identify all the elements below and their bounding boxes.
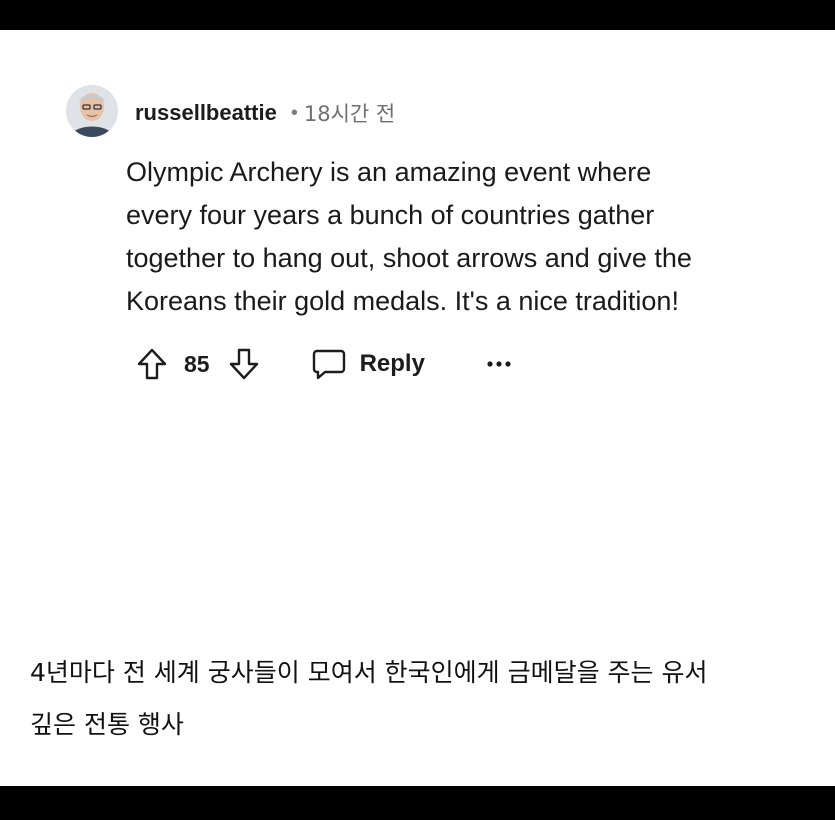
user-avatar-photo [66, 85, 118, 137]
vote-score: 85 [184, 350, 210, 377]
comment-body: Olympic Archery is an amazing event wher… [126, 157, 692, 316]
more-options-button[interactable] [487, 360, 511, 368]
speech-bubble-icon [312, 349, 345, 380]
screenshot-canvas: russellbeattie • 18시간 전 Olympic Archery … [0, 30, 835, 786]
upvote-button[interactable] [136, 347, 168, 381]
comment-actions: 85 Reply [136, 344, 511, 384]
user-avatar[interactable] [66, 85, 118, 137]
downvote-button[interactable] [228, 347, 260, 381]
comment-timestamp: 18시간 전 [303, 102, 396, 126]
reply-button[interactable]: Reply [312, 348, 425, 380]
username-link[interactable]: russellbeattie [135, 100, 277, 126]
comment-meta: russellbeattie • 18시간 전 [135, 98, 395, 128]
arrow-up-icon [137, 348, 167, 380]
meta-separator: • [290, 101, 298, 124]
arrow-down-icon [229, 348, 258, 380]
caption-text: 4년마다 전 세계 궁사들이 모여서 한국인에게 금메달을 주는 유서 깊은 전… [30, 658, 708, 739]
ellipsis-icon [487, 361, 511, 367]
reply-label: Reply [359, 350, 425, 377]
